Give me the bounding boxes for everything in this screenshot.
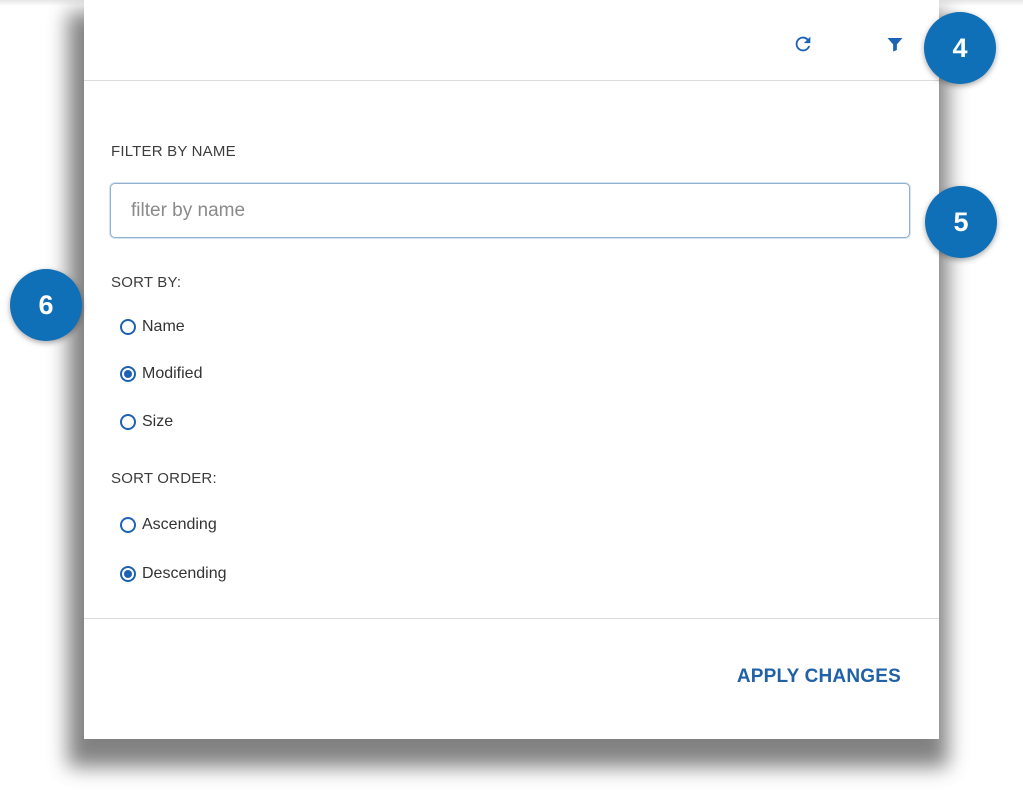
sort-order-ascending-label: Ascending (142, 516, 217, 533)
footer-divider (84, 618, 939, 619)
radio-descending[interactable] (120, 566, 136, 582)
filter-button[interactable] (880, 29, 910, 59)
sort-order-descending-option[interactable]: Descending (120, 562, 227, 586)
sort-order-label: SORT ORDER: (111, 470, 217, 487)
sort-order-descending-label: Descending (142, 565, 227, 582)
sort-by-label: SORT BY: (111, 274, 182, 291)
refresh-icon (795, 36, 811, 52)
callout-badge-5: 5 (925, 186, 997, 258)
filter-by-name-label: FILTER BY NAME (111, 143, 236, 160)
callout-badge-6: 6 (10, 269, 82, 341)
apply-changes-button[interactable]: APPLY CHANGES (737, 666, 901, 688)
sort-by-name-label: Name (142, 318, 185, 335)
radio-size[interactable] (120, 414, 136, 430)
filter-name-input[interactable] (110, 183, 910, 238)
radio-modified[interactable] (120, 366, 136, 382)
callout-badge-4: 4 (924, 12, 996, 84)
radio-name[interactable] (120, 319, 136, 335)
filter-sort-panel: FILTER BY NAME SORT BY: Name Modified Si… (84, 0, 939, 739)
filter-icon (887, 38, 903, 52)
sort-by-modified-option[interactable]: Modified (120, 362, 202, 386)
radio-ascending[interactable] (120, 517, 136, 533)
sort-by-size-label: Size (142, 413, 174, 430)
refresh-button[interactable] (788, 29, 818, 59)
sort-by-size-option[interactable]: Size (120, 410, 173, 434)
sort-by-modified-label: Modified (142, 365, 203, 382)
sort-order-ascending-option[interactable]: Ascending (120, 513, 217, 537)
panel-header (84, 0, 939, 81)
sort-by-name-option[interactable]: Name (120, 315, 185, 339)
